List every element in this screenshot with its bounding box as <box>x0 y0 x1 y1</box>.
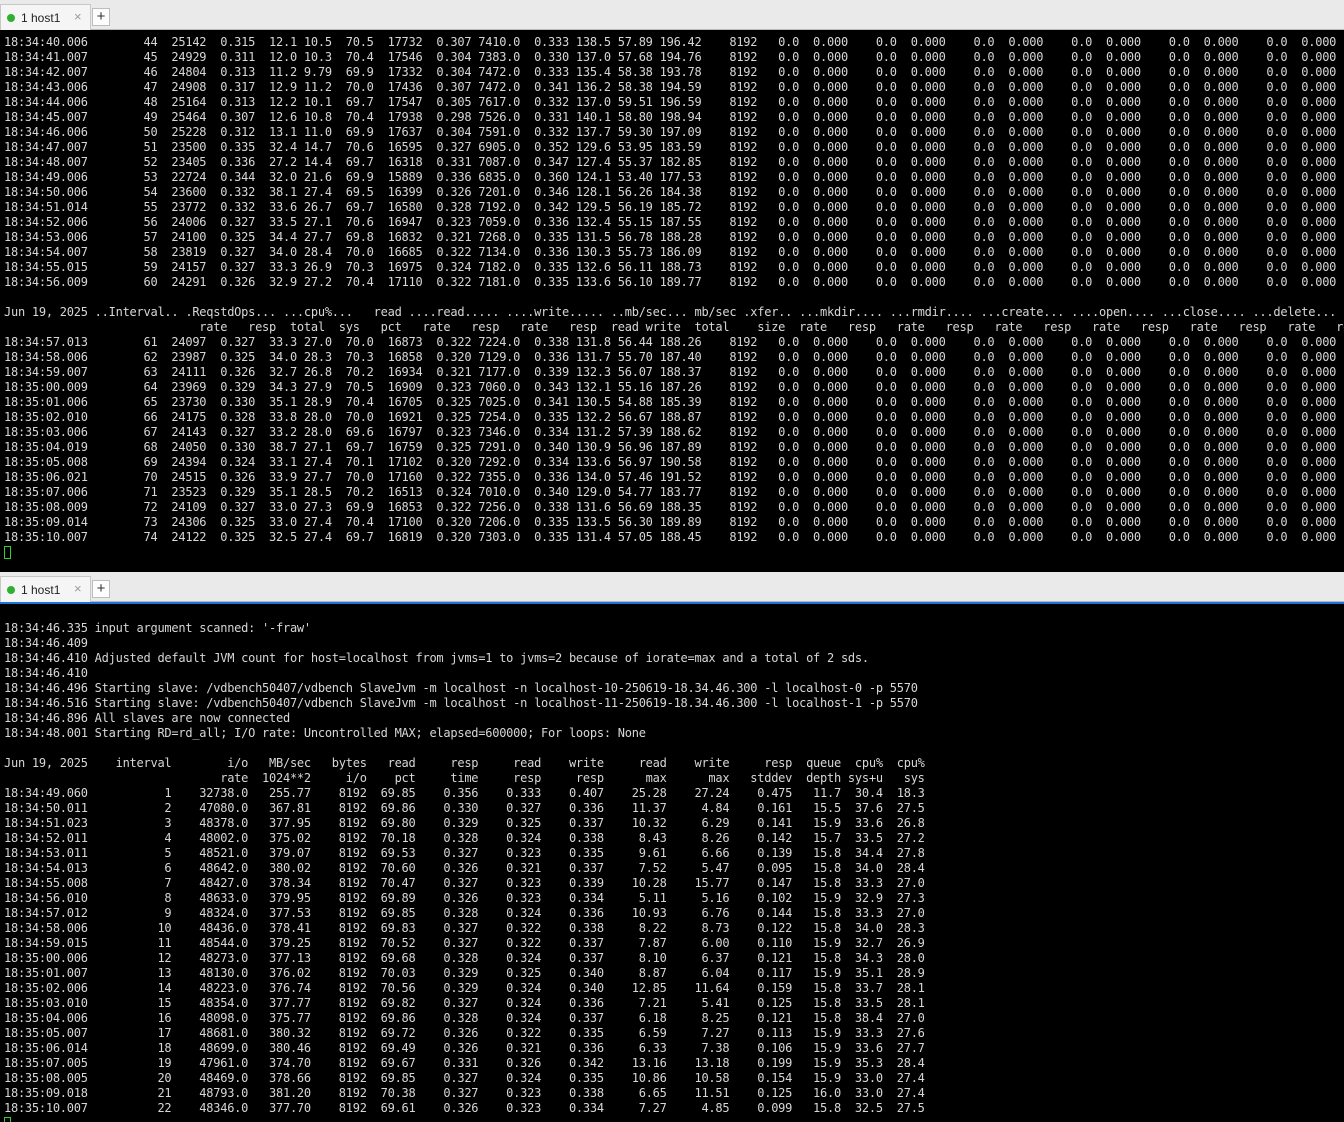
terminal-line: 18:34:46.410 <box>4 666 88 680</box>
terminal-line: Jun 19, 2025 interval i/o MB/sec bytes r… <box>4 756 925 770</box>
terminal-line: rate 1024**2 i/o pct time resp resp max … <box>4 771 925 785</box>
tab-label: 1 host1 <box>21 11 61 25</box>
terminal-line: 18:34:50.011 2 47080.0 367.81 8192 69.86… <box>4 801 925 815</box>
tab-label: 1 host1 <box>21 583 61 597</box>
terminal-line: 18:34:46.516 Starting slave: /vdbench504… <box>4 696 918 710</box>
terminal-pane-top: 1 host1 × + 18:34:40.006 44 25142 0.315 … <box>0 0 1344 572</box>
terminal-line: 18:34:46.896 All slaves are now connecte… <box>4 711 290 725</box>
tab-host1-bottom[interactable]: 1 host1 × <box>0 576 91 602</box>
terminal-line: 18:34:52.011 4 48002.0 375.02 8192 70.18… <box>4 831 925 845</box>
connected-status-icon <box>7 586 15 594</box>
terminal-line: 18:34:56.010 8 48633.0 379.95 8192 69.89… <box>4 891 925 905</box>
terminal-line: 18:34:54.013 6 48642.0 380.02 8192 70.60… <box>4 861 925 875</box>
terminal-line: 18:34:45.007 49 25464 0.307 12.6 10.8 70… <box>4 110 1337 124</box>
terminal-line: 18:34:42.007 46 24804 0.313 11.2 9.79 69… <box>4 65 1337 79</box>
terminal-line: 18:34:51.023 3 48378.0 377.95 8192 69.80… <box>4 816 925 830</box>
terminal-line: 18:35:00.009 64 23969 0.329 34.3 27.9 70… <box>4 380 1337 394</box>
terminal-line: 18:34:57.013 61 24097 0.327 33.3 27.0 70… <box>4 335 1337 349</box>
terminal-line: 18:34:46.496 Starting slave: /vdbench504… <box>4 681 918 695</box>
terminal-line: 18:35:09.014 73 24306 0.325 33.0 27.4 70… <box>4 515 1337 529</box>
terminal-line: 18:35:00.006 12 48273.0 377.13 8192 69.6… <box>4 951 925 965</box>
terminal-line: 18:34:49.006 53 22724 0.344 32.0 21.6 69… <box>4 170 1337 184</box>
terminal-line: 18:34:58.006 10 48436.0 378.41 8192 69.8… <box>4 921 925 935</box>
terminal-line: rate resp total sys pct rate resp rate r… <box>4 320 1344 334</box>
connected-status-icon <box>7 14 15 22</box>
terminal-line: 18:34:40.006 44 25142 0.315 12.1 10.5 70… <box>4 35 1337 49</box>
terminal-line: 18:35:10.007 74 24122 0.325 32.5 27.4 69… <box>4 530 1337 544</box>
terminal-line: 18:34:46.335 input argument scanned: '-f… <box>4 621 311 635</box>
terminal-line: 18:35:02.006 14 48223.0 376.74 8192 70.5… <box>4 981 925 995</box>
terminal-line: 18:34:51.014 55 23772 0.332 33.6 26.7 69… <box>4 200 1337 214</box>
terminal-line: 18:34:47.007 51 23500 0.335 32.4 14.7 70… <box>4 140 1337 154</box>
terminal-line: 18:35:05.007 17 48681.0 380.32 8192 69.7… <box>4 1026 925 1040</box>
terminal-output-bottom[interactable]: 18:34:46.335 input argument scanned: '-f… <box>0 604 1344 1122</box>
terminal-line: 18:35:08.005 20 48469.0 378.66 8192 69.8… <box>4 1071 925 1085</box>
terminal-line: 18:35:05.008 69 24394 0.324 33.1 27.4 70… <box>4 455 1337 469</box>
terminal-line: 18:35:02.010 66 24175 0.328 33.8 28.0 70… <box>4 410 1337 424</box>
terminal-line: 18:34:55.008 7 48427.0 378.34 8192 70.47… <box>4 876 925 890</box>
terminal-line: 18:34:52.006 56 24006 0.327 33.5 27.1 70… <box>4 215 1337 229</box>
terminal-line: 18:35:09.018 21 48793.0 381.20 8192 70.3… <box>4 1086 925 1100</box>
terminal-cursor <box>4 1117 11 1122</box>
terminal-cursor <box>4 546 11 559</box>
new-tab-button[interactable]: + <box>92 8 110 26</box>
terminal-line: 18:35:07.006 71 23523 0.329 35.1 28.5 70… <box>4 485 1337 499</box>
terminal-line: 18:34:44.006 48 25164 0.313 12.2 10.1 69… <box>4 95 1337 109</box>
terminal-pane-bottom: 1 host1 × + 18:34:46.335 input argument … <box>0 572 1344 1122</box>
terminal-line: 18:34:48.001 Starting RD=rd_all; I/O rat… <box>4 726 646 740</box>
terminal-line: 18:34:55.015 59 24157 0.327 33.3 26.9 70… <box>4 260 1337 274</box>
terminal-line: 18:34:53.011 5 48521.0 379.07 8192 69.53… <box>4 846 925 860</box>
terminal-line: 18:34:56.009 60 24291 0.326 32.9 27.2 70… <box>4 275 1337 289</box>
terminal-line: 18:35:03.010 15 48354.0 377.77 8192 69.8… <box>4 996 925 1010</box>
tab-bar-bottom: 1 host1 × + <box>0 572 1344 602</box>
terminal-line: 18:35:10.007 22 48346.0 377.70 8192 69.6… <box>4 1101 925 1115</box>
terminal-line: 18:35:01.007 13 48130.0 376.02 8192 70.0… <box>4 966 925 980</box>
terminal-line: 18:34:57.012 9 48324.0 377.53 8192 69.85… <box>4 906 925 920</box>
terminal-line: 18:34:59.007 63 24111 0.326 32.7 26.8 70… <box>4 365 1337 379</box>
terminal-line: 18:34:43.006 47 24908 0.317 12.9 11.2 70… <box>4 80 1337 94</box>
terminal-line: Jun 19, 2025 ..Interval.. .ReqstdOps... … <box>4 305 1337 319</box>
terminal-line: 18:34:54.007 58 23819 0.327 34.0 28.4 70… <box>4 245 1337 259</box>
terminal-line: 18:34:48.007 52 23405 0.336 27.2 14.4 69… <box>4 155 1337 169</box>
terminal-line: 18:35:07.005 19 47961.0 374.70 8192 69.6… <box>4 1056 925 1070</box>
terminal-line: 18:35:01.006 65 23730 0.330 35.1 28.9 70… <box>4 395 1337 409</box>
terminal-line: 18:35:04.019 68 24050 0.330 38.7 27.1 69… <box>4 440 1337 454</box>
terminal-line: 18:34:49.060 1 32738.0 255.77 8192 69.85… <box>4 786 925 800</box>
tab-bar-top: 1 host1 × + <box>0 0 1344 30</box>
terminal-line: 18:35:04.006 16 48098.0 375.77 8192 69.8… <box>4 1011 925 1025</box>
terminal-line: 18:35:06.021 70 24515 0.326 33.9 27.7 70… <box>4 470 1337 484</box>
terminal-line: 18:34:46.006 50 25228 0.312 13.1 11.0 69… <box>4 125 1337 139</box>
terminal-line: 18:35:08.009 72 24109 0.327 33.0 27.3 69… <box>4 500 1337 514</box>
close-icon[interactable]: × <box>74 9 82 24</box>
terminal-line: 18:34:41.007 45 24929 0.311 12.0 10.3 70… <box>4 50 1337 64</box>
tab-host1-top[interactable]: 1 host1 × <box>0 4 91 30</box>
terminal-line: 18:34:53.006 57 24100 0.325 34.4 27.7 69… <box>4 230 1337 244</box>
terminal-line: 18:34:59.015 11 48544.0 379.25 8192 70.5… <box>4 936 925 950</box>
terminal-line: 18:34:46.410 Adjusted default JVM count … <box>4 651 869 665</box>
terminal-line: 18:35:03.006 67 24143 0.327 33.2 28.0 69… <box>4 425 1337 439</box>
terminal-output-top[interactable]: 18:34:40.006 44 25142 0.315 12.1 10.5 70… <box>0 30 1344 572</box>
close-icon[interactable]: × <box>74 581 82 596</box>
new-tab-button[interactable]: + <box>92 580 110 598</box>
terminal-line: 18:34:46.409 <box>4 636 88 650</box>
terminal-line: 18:35:06.014 18 48699.0 380.46 8192 69.4… <box>4 1041 925 1055</box>
terminal-line: 18:34:50.006 54 23600 0.332 38.1 27.4 69… <box>4 185 1337 199</box>
terminal-line: 18:34:58.006 62 23987 0.325 34.0 28.3 70… <box>4 350 1337 364</box>
